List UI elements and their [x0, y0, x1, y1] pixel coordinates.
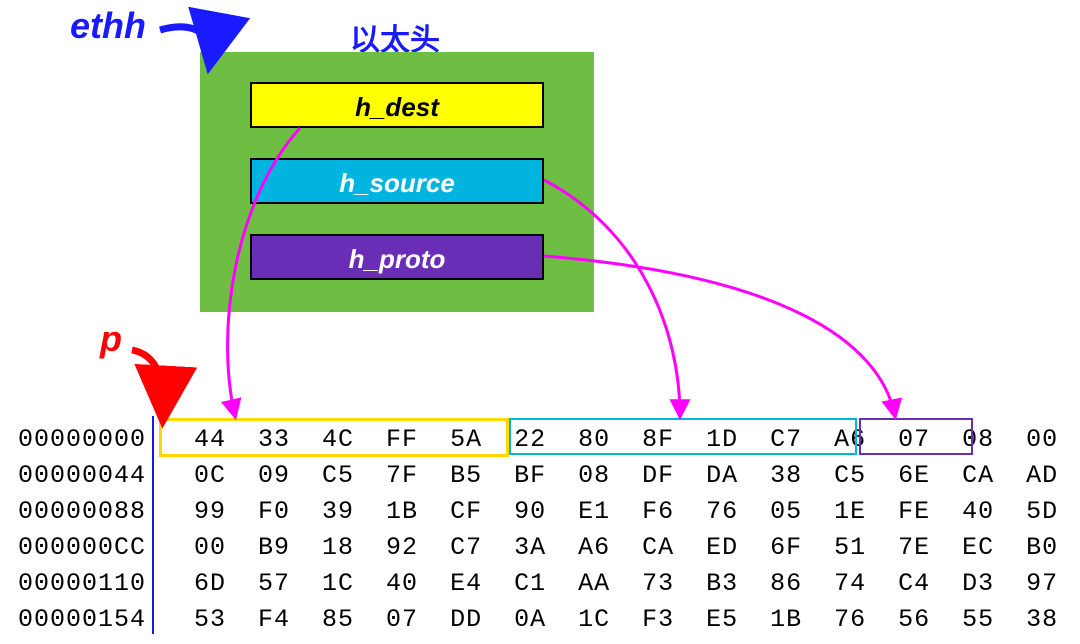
p-label: p	[100, 318, 122, 360]
field-h-dest: h_dest	[250, 82, 544, 128]
arrow-h-proto	[544, 256, 895, 416]
arrow-p	[132, 350, 163, 416]
field-h-source: h_source	[250, 158, 544, 204]
hex-dump: 00000000 44 33 4C FF 5A 22 80 8F 1D C7 A…	[18, 422, 1080, 638]
ether-header-struct: h_dest h_source h_proto	[200, 52, 594, 312]
ethh-label: ethh	[70, 5, 146, 47]
field-h-proto: h_proto	[250, 234, 544, 280]
